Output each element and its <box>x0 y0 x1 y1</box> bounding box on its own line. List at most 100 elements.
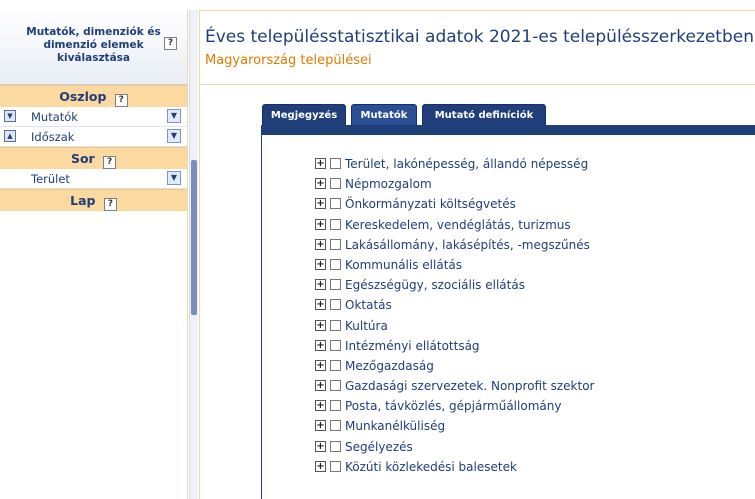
page-title: Éves településstatisztikai adatok 2021-e… <box>205 27 754 47</box>
tree-item[interactable]: + Posta, távközlés, gépjárműállomány <box>315 396 595 416</box>
expand-plus-icon[interactable]: + <box>315 359 326 371</box>
tree-item-label: Lakásállomány, lakásépítés, -megszűnés <box>345 237 590 252</box>
tree-item-label: Segélyezés <box>345 439 413 454</box>
section-page: Lap ? <box>0 189 187 211</box>
expand-plus-icon[interactable]: + <box>315 400 326 412</box>
expand-plus-icon[interactable]: + <box>315 238 326 250</box>
checkbox[interactable] <box>330 258 341 270</box>
checkbox[interactable] <box>330 238 341 250</box>
dimension-selector: Mutatók, dimenziók és dimenzió elemek ki… <box>0 10 187 499</box>
help-icon[interactable]: ? <box>164 37 177 50</box>
indicator-tree: + Terület, lakónépesség, állandó népesség… <box>315 154 595 477</box>
dimension-label: Terület <box>31 172 70 186</box>
checkbox[interactable] <box>330 218 341 230</box>
tree-item-label: Terület, lakónépesség, állandó népesség <box>345 157 589 171</box>
tree-item-label: Kultúra <box>345 318 388 333</box>
tree-item[interactable]: + Gazdasági szervezetek. Nonprofit szekto… <box>315 376 595 396</box>
tab-indicators[interactable]: Mutatók <box>351 104 417 126</box>
tree-item-label: Gazdasági szervezetek. Nonprofit szektor <box>345 379 595 394</box>
tree-item-label: Intézményi ellátottság <box>345 338 480 353</box>
tree-item[interactable]: + Intézményi ellátottság <box>315 336 595 356</box>
sort-down-icon[interactable]: ▼ <box>4 110 16 122</box>
dimension-label: Időszak <box>31 130 75 144</box>
panel-splitter[interactable] <box>189 10 198 499</box>
help-icon[interactable]: ? <box>103 198 117 211</box>
checkbox[interactable] <box>330 279 341 291</box>
expand-plus-icon[interactable]: + <box>315 339 326 351</box>
tree-item[interactable]: + Kereskedelem, vendéglátás, turizmus <box>315 215 595 235</box>
tree-item-label: Közúti közlekedési balesetek <box>345 459 517 474</box>
tree-item-label: Kereskedelem, vendéglátás, turizmus <box>345 217 571 232</box>
checkbox[interactable] <box>330 319 341 331</box>
section-column-label: Oszlop <box>59 89 107 104</box>
tree-item-label: Kommunális ellátás <box>345 257 463 272</box>
checkbox[interactable] <box>330 420 341 432</box>
selector-header: Mutatók, dimenziók és dimenzió elemek ki… <box>0 10 187 85</box>
tree-item[interactable]: + Segélyezés <box>315 437 595 457</box>
tree-item[interactable]: + Közúti közlekedési balesetek <box>315 457 595 477</box>
sort-up-icon[interactable]: ▲ <box>4 130 16 142</box>
expand-plus-icon[interactable]: + <box>315 158 326 169</box>
expand-plus-icon[interactable]: + <box>315 178 326 190</box>
tree-item[interactable]: + Kommunális ellátás <box>315 255 595 275</box>
tree-item[interactable]: + Önkormányzati költségvetés <box>315 194 595 214</box>
tree-item[interactable]: + Terület, lakónépesség, állandó népesség <box>315 154 595 174</box>
tree-item[interactable]: + Mezőgazdaság <box>315 356 595 376</box>
help-icon[interactable]: ? <box>103 156 117 169</box>
chevron-down-icon[interactable]: ▼ <box>167 129 181 143</box>
expand-plus-icon[interactable]: + <box>315 279 326 291</box>
section-row-label: Sor <box>70 151 95 166</box>
tree-item-label: Népmozgalom <box>345 177 432 192</box>
page-subtitle: Magyarország települései <box>205 53 372 68</box>
tree-item-label: Önkormányzati költségvetés <box>345 197 516 212</box>
checkbox[interactable] <box>330 178 341 190</box>
checkbox[interactable] <box>330 380 341 392</box>
tab-content: + Terület, lakónépesség, állandó népesség… <box>261 135 755 499</box>
expand-plus-icon[interactable]: + <box>315 218 326 230</box>
tree-item[interactable]: + Kultúra <box>315 316 595 336</box>
divider <box>200 84 755 85</box>
checkbox[interactable] <box>330 440 341 452</box>
tab-definitions[interactable]: Mutató definíciók <box>422 104 546 126</box>
checkbox[interactable] <box>330 198 341 210</box>
splitter-handle[interactable] <box>191 160 197 315</box>
checkbox[interactable] <box>330 299 341 311</box>
left-panel: Mutatók, dimenziók és dimenzió elemek ki… <box>0 10 188 499</box>
checkbox[interactable] <box>330 460 341 472</box>
dimension-label: Mutatók <box>31 110 78 124</box>
chevron-down-icon[interactable]: ▼ <box>167 171 181 185</box>
tree-item[interactable]: + Lakásállomány, lakásépítés, -megszűnés <box>315 235 595 255</box>
dimension-row-area[interactable]: Terület ▼ <box>0 169 187 189</box>
selector-title: Mutatók, dimenziók és dimenzió elemek ki… <box>26 26 161 64</box>
tree-item-label: Posta, távközlés, gépjárműállomány <box>345 399 562 414</box>
expand-plus-icon[interactable]: + <box>315 380 326 392</box>
tree-item-label: Mezőgazdaság <box>345 358 434 373</box>
expand-plus-icon[interactable]: + <box>315 460 326 472</box>
dimension-row-period[interactable]: ▲ Időszak ▼ <box>0 127 187 147</box>
tab-notes[interactable]: Megjegyzés <box>262 104 346 126</box>
chevron-down-icon[interactable]: ▼ <box>167 109 181 123</box>
checkbox[interactable] <box>330 359 341 371</box>
expand-plus-icon[interactable]: + <box>315 319 326 331</box>
tree-item[interactable]: + Egészségügy, szociális ellátás <box>315 275 595 295</box>
section-column: Oszlop ? <box>0 85 187 107</box>
tree-item[interactable]: + Munkanélküliség <box>315 416 595 436</box>
section-row: Sor ? <box>0 147 187 169</box>
tree-item-label: Oktatás <box>345 298 392 313</box>
tree-item-label: Munkanélküliség <box>345 419 446 434</box>
dimension-row-indicators[interactable]: ▼ Mutatók ▼ <box>0 107 187 127</box>
expand-plus-icon[interactable]: + <box>315 440 326 452</box>
tree-item[interactable]: + Népmozgalom <box>315 174 595 194</box>
help-icon[interactable]: ? <box>114 94 128 107</box>
main-panel: Éves településstatisztikai adatok 2021-e… <box>199 10 755 499</box>
expand-plus-icon[interactable]: + <box>315 198 326 210</box>
checkbox[interactable] <box>330 339 341 351</box>
expand-plus-icon[interactable]: + <box>315 299 326 311</box>
section-page-label: Lap <box>70 193 96 208</box>
checkbox[interactable] <box>330 400 341 412</box>
expand-plus-icon[interactable]: + <box>315 420 326 432</box>
tree-item-label: Egészségügy, szociális ellátás <box>345 278 525 293</box>
checkbox[interactable] <box>330 158 341 169</box>
expand-plus-icon[interactable]: + <box>315 258 326 270</box>
tree-item[interactable]: + Oktatás <box>315 295 595 315</box>
